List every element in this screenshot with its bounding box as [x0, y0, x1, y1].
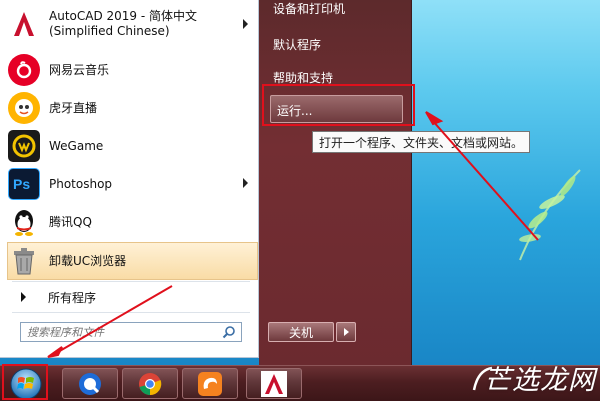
search-icon[interactable]	[222, 325, 236, 339]
taskbar-quicktime-button[interactable]	[62, 368, 118, 399]
program-label: 网易云音乐	[49, 62, 110, 77]
program-item-wegame[interactable]: WeGame	[8, 128, 258, 164]
program-item-autocad[interactable]: AutoCAD 2019 - 简体中文 (Simplified Chinese)	[8, 4, 258, 44]
program-label: Photoshop	[49, 176, 113, 191]
triangle-right-icon	[21, 292, 26, 302]
program-item-uninstall-uc[interactable]: 卸载UC浏览器	[7, 242, 258, 280]
program-item-qq[interactable]: 腾讯QQ	[8, 204, 258, 240]
submenu-arrow-icon	[243, 178, 248, 188]
annotation-start-highlight-box	[2, 364, 48, 400]
photoshop-icon: Ps	[8, 168, 40, 200]
qq-icon	[8, 206, 40, 238]
default-programs-item[interactable]: 默认程序	[273, 36, 321, 53]
program-item-netease-music[interactable]: 网易云音乐	[8, 52, 258, 88]
program-label: 腾讯QQ	[49, 214, 92, 229]
program-label: 卸载UC浏览器	[49, 253, 127, 268]
devices-printers-item[interactable]: 设备和打印机	[273, 0, 345, 17]
all-programs-button[interactable]: 所有程序	[8, 286, 248, 308]
program-item-huya[interactable]: 虎牙直播	[8, 90, 258, 126]
bamboo-leaves-decoration	[519, 169, 581, 261]
taskbar-uc-browser-button[interactable]	[182, 368, 238, 399]
search-input[interactable]	[21, 324, 222, 340]
search-box[interactable]	[20, 322, 242, 342]
watermark: 芒选龙网	[470, 356, 600, 400]
start-menu-programs-panel: AutoCAD 2019 - 简体中文 (Simplified Chinese)…	[0, 0, 259, 358]
autocad-icon	[261, 370, 287, 397]
program-item-photoshop[interactable]: Ps Photoshop	[8, 166, 258, 202]
shutdown-options-arrow-icon[interactable]	[336, 322, 356, 342]
all-programs-label: 所有程序	[48, 290, 97, 305]
chrome-icon	[139, 372, 162, 395]
taskbar-chrome-button[interactable]	[122, 368, 178, 399]
uninstall-icon	[8, 245, 40, 277]
autocad-icon	[8, 8, 40, 40]
netease-music-icon	[8, 54, 40, 86]
svg-text:Ps: Ps	[13, 176, 30, 192]
program-label: AutoCAD 2019 - 简体中文 (Simplified Chinese)	[49, 9, 198, 38]
wegame-icon	[8, 130, 40, 162]
program-label: 虎牙直播	[49, 100, 98, 115]
taskbar-autocad-button[interactable]	[246, 368, 302, 399]
huya-icon	[8, 92, 40, 124]
shutdown-button[interactable]: 关机	[268, 322, 334, 342]
submenu-arrow-icon	[243, 19, 248, 29]
menu-separator	[12, 281, 250, 282]
annotation-highlight-box	[262, 84, 415, 126]
uc-browser-icon	[198, 371, 222, 396]
run-tooltip: 打开一个程序、文件夹、文档或网站。	[312, 131, 531, 153]
program-label: WeGame	[49, 138, 104, 153]
watermark-text: 芒选龙网	[484, 365, 596, 396]
quicktime-icon	[79, 372, 101, 395]
start-menu-right-panel: 设备和打印机 默认程序 帮助和支持 运行...	[259, 0, 412, 365]
menu-separator	[12, 312, 250, 313]
